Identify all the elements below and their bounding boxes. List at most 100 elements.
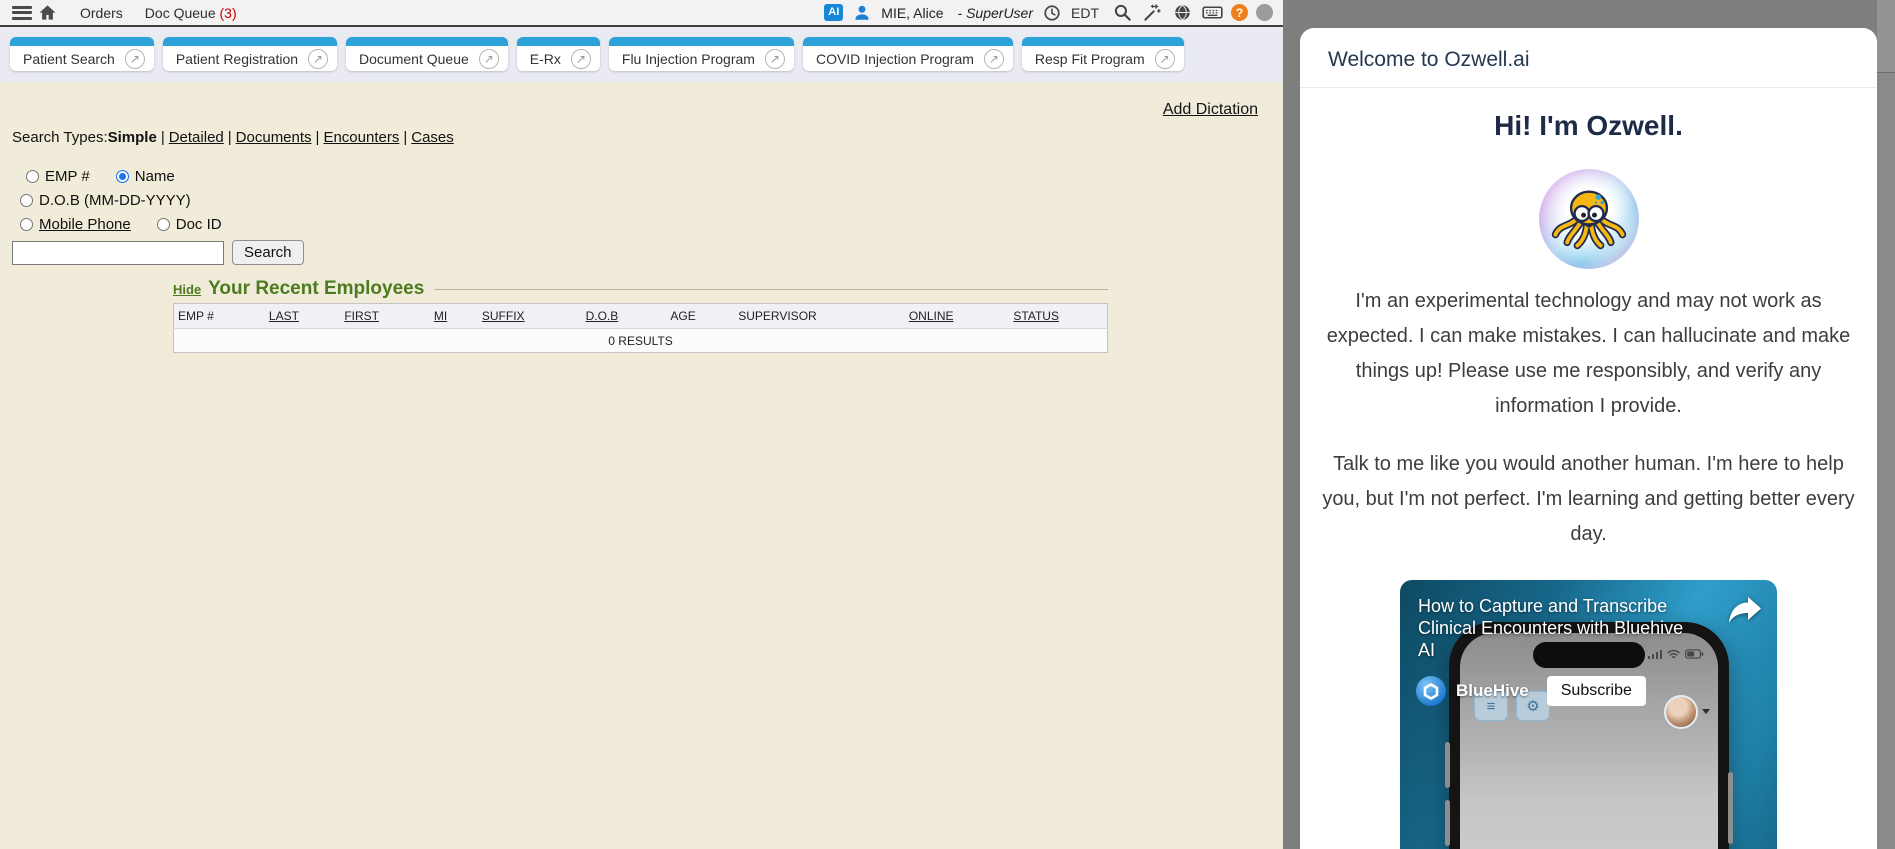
panel-scrollbar-thumb[interactable] — [1877, 0, 1895, 73]
timezone-label: EDT — [1071, 5, 1099, 21]
nav-doc-queue[interactable]: Doc Queue (3) — [145, 5, 237, 21]
column-suffix[interactable]: SUFFIX — [478, 304, 582, 329]
empty-results-text: 0 RESULTS — [174, 329, 1108, 353]
tab-label: E-Rx — [530, 51, 561, 67]
legend-rule — [434, 289, 1108, 290]
column-status[interactable]: STATUS — [1009, 304, 1107, 329]
radio-mobile-phone[interactable] — [20, 218, 33, 231]
open-in-new-icon[interactable]: ↗ — [1155, 49, 1175, 69]
tab-label: Resp Fit Program — [1035, 51, 1145, 67]
assistant-disclaimer-paragraph: I'm an experimental technology and may n… — [1316, 284, 1861, 424]
column-last[interactable]: LAST — [265, 304, 340, 329]
open-in-new-icon[interactable]: ↗ — [125, 49, 145, 69]
user-icon[interactable] — [851, 2, 873, 24]
column-age: AGE — [666, 304, 734, 329]
open-in-new-icon[interactable]: ↗ — [571, 49, 591, 69]
radio-row-2: D.O.B (MM-DD-YYYY) — [20, 192, 217, 209]
doc-queue-count-badge: (3) — [220, 5, 237, 21]
open-in-new-icon[interactable]: ↗ — [984, 49, 1004, 69]
tab-label: COVID Injection Program — [816, 51, 974, 67]
user-name: MIE, Alice — [881, 5, 943, 21]
search-type-encounters-link[interactable]: Encounters — [323, 129, 399, 146]
home-icon[interactable] — [36, 2, 58, 24]
video-title: How to Capture and Transcribe Clinical E… — [1418, 596, 1686, 661]
recent-employees-section: Hide Your Recent Employees EMP # LAST FI… — [173, 278, 1108, 353]
assistant-card: Welcome to Ozwell.ai Hi! I'm Ozwell. — [1300, 28, 1877, 849]
battery-icon — [1685, 649, 1704, 659]
video-embed[interactable]: ≡ ⚙ How to Capture and Transcribe Clinic… — [1400, 580, 1777, 849]
radio-row-1: EMP # Name — [26, 168, 201, 185]
tab-label: Flu Injection Program — [622, 51, 755, 67]
radio-dob[interactable] — [20, 194, 33, 207]
ai-badge[interactable]: AI — [824, 4, 843, 21]
column-emp-number: EMP # — [174, 304, 265, 329]
search-button[interactable]: Search — [232, 240, 304, 265]
table-header-row: EMP # LAST FIRST MI SUFFIX D.O.B AGE SUP… — [174, 304, 1108, 329]
quick-action-tab-bar: Patient Search ↗ Patient Registration ↗ … — [0, 27, 1283, 82]
phone-user-avatar — [1664, 695, 1698, 729]
open-in-new-icon[interactable]: ↗ — [479, 49, 499, 69]
assistant-panel: Welcome to Ozwell.ai Hi! I'm Ozwell. — [1283, 0, 1895, 849]
tab-resp-fit-program[interactable]: Resp Fit Program ↗ — [1022, 37, 1184, 71]
tab-label: Patient Search — [23, 51, 115, 67]
phone-power-button — [1728, 772, 1733, 844]
radio-emp-number[interactable] — [26, 170, 39, 183]
tab-e-rx[interactable]: E-Rx ↗ — [517, 37, 600, 71]
search-type-detailed-link[interactable]: Detailed — [169, 129, 224, 146]
column-mi[interactable]: MI — [430, 304, 478, 329]
assistant-advice-paragraph: Talk to me like you would another human.… — [1316, 447, 1861, 552]
panel-vertical-scrollbar[interactable] — [1877, 0, 1895, 849]
keyboard-icon[interactable] — [1201, 2, 1223, 24]
column-online[interactable]: ONLINE — [905, 304, 1010, 329]
channel-name[interactable]: BlueHive — [1456, 681, 1529, 701]
tab-patient-registration[interactable]: Patient Registration ↗ — [163, 37, 337, 71]
search-icon[interactable] — [1111, 2, 1133, 24]
subscribe-button[interactable]: Subscribe — [1547, 676, 1646, 706]
globe-icon[interactable] — [1171, 2, 1193, 24]
employee-search-page: Add Dictation Search Types:Simple|Detail… — [0, 82, 1283, 849]
nav-orders[interactable]: Orders — [80, 5, 123, 21]
help-icon[interactable]: ? — [1231, 4, 1248, 21]
hide-link[interactable]: Hide — [173, 282, 201, 297]
search-row: Search — [12, 240, 304, 265]
bluehive-channel-logo[interactable] — [1416, 676, 1446, 706]
tab-covid-injection-program[interactable]: COVID Injection Program ↗ — [803, 37, 1013, 71]
search-type-cases-link[interactable]: Cases — [411, 129, 454, 146]
open-in-new-icon[interactable]: ↗ — [765, 49, 785, 69]
radio-label-doc-id: Doc ID — [176, 216, 222, 233]
doc-queue-label: Doc Queue — [145, 5, 216, 21]
recent-employees-title: Your Recent Employees — [208, 278, 424, 300]
tab-flu-injection-program[interactable]: Flu Injection Program ↗ — [609, 37, 794, 71]
video-channel-row: BlueHive Subscribe — [1416, 676, 1646, 706]
open-in-new-icon[interactable]: ↗ — [308, 49, 328, 69]
column-supervisor: SUPERVISOR — [734, 304, 905, 329]
column-first[interactable]: FIRST — [340, 304, 430, 329]
hamburger-menu-icon[interactable] — [12, 6, 32, 20]
magic-wand-icon[interactable] — [1141, 2, 1163, 24]
assistant-header: Welcome to Ozwell.ai — [1300, 28, 1877, 88]
avatar-caret-icon — [1702, 709, 1710, 714]
search-type-simple-active: Simple — [108, 129, 157, 146]
column-dob[interactable]: D.O.B — [582, 304, 667, 329]
main-app-region: Orders Doc Queue (3) AI MIE, Alice - Sup… — [0, 0, 1283, 849]
share-arrow-icon[interactable] — [1727, 595, 1763, 625]
radio-name[interactable] — [116, 170, 129, 183]
add-dictation-link[interactable]: Add Dictation — [1163, 101, 1258, 119]
hexagon-icon — [1423, 683, 1439, 700]
tab-document-queue[interactable]: Document Queue ↗ — [346, 37, 508, 71]
octopus-icon — [1550, 180, 1628, 258]
search-types-row: Search Types:Simple|Detailed|Documents|E… — [12, 129, 454, 146]
radio-label-emp-number: EMP # — [45, 168, 90, 185]
radio-label-mobile-phone[interactable]: Mobile Phone — [39, 216, 131, 233]
search-types-label: Search Types: — [12, 129, 108, 146]
phone-volume-down-button — [1445, 800, 1450, 846]
clock-icon — [1041, 2, 1063, 24]
tab-patient-search[interactable]: Patient Search ↗ — [10, 37, 154, 71]
search-input[interactable] — [12, 241, 224, 265]
search-type-documents-link[interactable]: Documents — [236, 129, 312, 146]
status-indicator-circle — [1256, 4, 1273, 21]
radio-label-dob: D.O.B (MM-DD-YYYY) — [39, 192, 191, 209]
user-role: - SuperUser — [958, 5, 1033, 21]
radio-doc-id[interactable] — [157, 218, 170, 231]
phone-screen: ≡ ⚙ — [1460, 633, 1718, 849]
